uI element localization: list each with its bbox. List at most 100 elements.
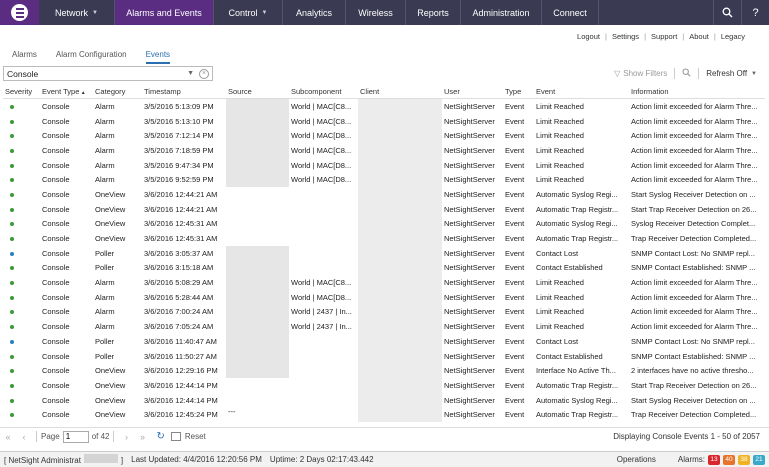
column-header-event[interactable]: Event xyxy=(534,87,629,96)
next-page-icon[interactable]: › xyxy=(118,432,134,442)
severity-green-icon xyxy=(10,178,14,183)
table-row[interactable]: Console Poller 3/6/2016 3:15:18 AM NetSight… xyxy=(3,260,765,276)
link-legacy[interactable]: Legacy xyxy=(721,32,745,41)
event-cell: Interface No Active Th... xyxy=(536,366,616,376)
table-row[interactable]: Console Alarm 3/5/2016 7:18:59 PM World | M… xyxy=(3,143,765,158)
console-select[interactable]: Console ▼ × xyxy=(3,66,213,81)
last-page-icon[interactable]: » xyxy=(134,432,150,442)
table-row[interactable]: Console OneView 3/6/2016 12:44:14 PM NetSig… xyxy=(3,392,765,408)
page-input[interactable] xyxy=(62,430,89,443)
severity-green-icon xyxy=(10,104,14,109)
source-cell xyxy=(226,187,289,202)
event-type-cell: Console xyxy=(42,395,70,405)
column-header-information[interactable]: Information xyxy=(629,87,765,96)
column-header-severity[interactable]: Severity xyxy=(3,87,40,96)
link-logout[interactable]: Logout xyxy=(577,32,600,41)
severity-green-icon xyxy=(10,192,14,197)
toolbar-right: ▽ Show Filters Refresh Off ▼ xyxy=(614,68,757,79)
table-row[interactable]: Console Alarm 3/6/2016 7:05:24 AM World | 2… xyxy=(3,319,765,334)
severity-cell xyxy=(3,146,40,155)
chevron-down-icon[interactable]: ▼ xyxy=(187,70,194,77)
tab-events[interactable]: Events xyxy=(145,50,171,64)
table-row[interactable]: Console OneView 3/6/2016 12:44:14 PM NetSig… xyxy=(3,378,765,393)
nav-item-network[interactable]: Network ▼ xyxy=(39,0,115,25)
alarm-count-badge[interactable]: 38 xyxy=(738,455,750,465)
table-row[interactable]: Console Poller 3/6/2016 11:40:47 AM NetSigh… xyxy=(3,334,765,349)
nav-item-reports[interactable]: Reports xyxy=(406,0,461,25)
nav-item-analytics[interactable]: Analytics xyxy=(283,0,346,25)
search-icon[interactable] xyxy=(713,0,741,25)
nav-item-label: Administration xyxy=(472,7,530,18)
table-row[interactable]: Console OneView 3/6/2016 12:45:31 AM NetSig… xyxy=(3,231,765,246)
column-header-client[interactable]: Client xyxy=(358,87,442,96)
event-type-cell: Console xyxy=(42,307,70,317)
logo-icon xyxy=(11,4,28,21)
subcomponent-cell: World | MAC[D8... xyxy=(291,131,352,141)
type-cell: Event xyxy=(505,248,525,258)
tab-alarm-configuration[interactable]: Alarm Configuration xyxy=(56,50,127,64)
search-icon[interactable] xyxy=(682,68,691,79)
column-header-user[interactable]: User xyxy=(442,87,503,96)
table-row[interactable]: Console Alarm 3/5/2016 9:52:59 PM World | M… xyxy=(3,172,765,188)
nav-item-alarms-and-events[interactable]: Alarms and Events xyxy=(115,0,214,25)
clear-icon[interactable]: × xyxy=(199,68,209,79)
tab-alarms[interactable]: Alarms xyxy=(12,50,37,64)
table-row[interactable]: Console OneView 3/6/2016 12:44:21 AM NetSig… xyxy=(3,201,765,217)
page-count: of 42 xyxy=(91,432,110,441)
column-header-subcomponent[interactable]: Subcomponent xyxy=(289,87,358,96)
alarm-count-badge[interactable]: 13 xyxy=(708,455,720,465)
table-row[interactable]: Console OneView 3/6/2016 12:45:24 PM --- Net… xyxy=(3,407,765,423)
table-row[interactable]: Console Alarm 3/6/2016 7:00:24 AM World | 2… xyxy=(3,304,765,320)
top-nav: Network ▼ Alarms and Events Control ▼ Analyti… xyxy=(0,0,769,25)
source-cell xyxy=(226,260,289,276)
chevron-down-icon[interactable]: ▼ xyxy=(751,71,757,77)
refresh-icon[interactable]: ↻ xyxy=(156,431,164,442)
show-filters-button[interactable]: Show Filters xyxy=(623,69,667,78)
severity-cell xyxy=(3,396,40,405)
table-row[interactable]: Console Alarm 3/5/2016 7:12:14 PM World | M… xyxy=(3,128,765,144)
table-row[interactable]: Console OneView 3/6/2016 12:29:16 PM NetSig… xyxy=(3,363,765,379)
table-row[interactable]: Console Alarm 3/5/2016 9:47:34 PM World | M… xyxy=(3,157,765,173)
nav-item-wireless[interactable]: Wireless xyxy=(346,0,406,25)
table-row[interactable]: Console Alarm 3/6/2016 5:08:29 AM World | M… xyxy=(3,275,765,290)
help-icon[interactable]: ? xyxy=(741,0,769,25)
alarm-count-badge[interactable]: 40 xyxy=(723,455,735,465)
column-header-event-type[interactable]: Event Type ▲ xyxy=(40,87,93,96)
table-row[interactable]: Console Poller 3/6/2016 3:05:37 AM NetSight… xyxy=(3,245,765,261)
table-row[interactable]: Console Poller 3/6/2016 11:50:27 AM NetSigh… xyxy=(3,348,765,364)
prev-page-icon[interactable]: ‹ xyxy=(16,432,32,442)
column-header-type[interactable]: Type xyxy=(503,87,534,96)
first-page-icon[interactable]: « xyxy=(0,432,16,442)
information-cell: SNMP Contact Lost: No SNMP repl... xyxy=(631,336,755,346)
client-cell xyxy=(358,128,442,144)
link-about[interactable]: About xyxy=(689,32,709,41)
severity-green-icon xyxy=(10,266,14,271)
divider xyxy=(36,431,37,442)
column-header-source[interactable]: Source xyxy=(226,87,289,96)
severity-cell xyxy=(3,410,40,419)
table-row[interactable]: Console OneView 3/6/2016 12:44:21 AM NetSig… xyxy=(3,187,765,202)
subcomponent-cell: World | MAC[C8... xyxy=(291,101,352,111)
column-header-category[interactable]: Category xyxy=(93,87,142,96)
table-row[interactable]: Console Alarm 3/6/2016 5:28:44 AM World | M… xyxy=(3,289,765,305)
operations-button[interactable]: Operations xyxy=(617,455,656,464)
reset-button[interactable]: Reset xyxy=(185,432,206,441)
table-row[interactable]: Console Alarm 3/5/2016 5:13:09 PM World | M… xyxy=(3,99,765,114)
timestamp-cell: 3/5/2016 5:13:09 PM xyxy=(144,101,214,111)
nav-item-connect[interactable]: Connect xyxy=(542,0,599,25)
link-support[interactable]: Support xyxy=(651,32,677,41)
timestamp-cell: 3/6/2016 12:44:21 AM xyxy=(144,204,218,214)
nav-item-administration[interactable]: Administration xyxy=(461,0,542,25)
column-header-timestamp[interactable]: Timestamp xyxy=(142,87,226,96)
source-cell xyxy=(226,217,289,232)
reset-icon[interactable] xyxy=(170,432,181,441)
table-row[interactable]: Console OneView 3/6/2016 12:45:31 AM NetSig… xyxy=(3,216,765,232)
table-row[interactable]: Console Alarm 3/5/2016 5:13:10 PM World | M… xyxy=(3,113,765,129)
alarm-count-badge[interactable]: 21 xyxy=(753,455,765,465)
link-settings[interactable]: Settings xyxy=(612,32,639,41)
refresh-dropdown[interactable]: Refresh Off xyxy=(706,69,747,78)
nav-item-label: Control xyxy=(228,7,258,18)
nav-item-control[interactable]: Control ▼ xyxy=(214,0,283,25)
extreme-logo[interactable] xyxy=(0,0,39,25)
type-cell: Event xyxy=(505,410,525,420)
